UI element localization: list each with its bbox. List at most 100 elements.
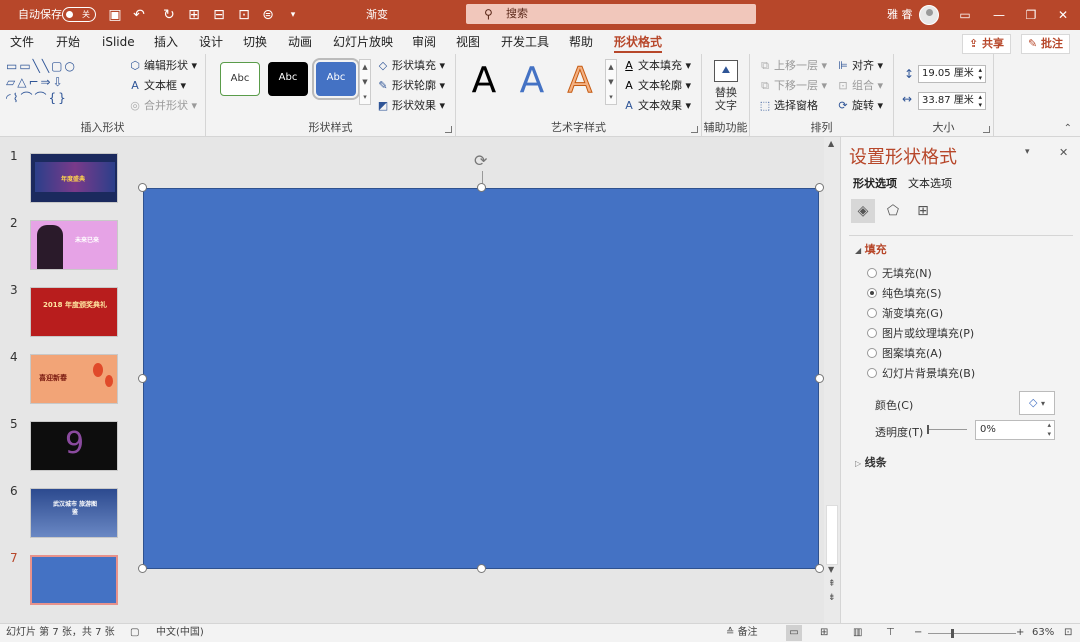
avatar[interactable] bbox=[919, 5, 939, 25]
tab-shape-options[interactable]: 形状选项 bbox=[853, 175, 897, 191]
wordart-preset-blue[interactable]: A bbox=[512, 58, 552, 104]
transparency-slider[interactable] bbox=[927, 425, 967, 434]
pane-close-icon[interactable]: ✕ bbox=[1059, 146, 1068, 159]
customize-qat-icon[interactable]: ▾ bbox=[284, 6, 302, 24]
tab-slideshow[interactable]: 幻灯片放映 bbox=[333, 30, 393, 54]
send-backward-button[interactable]: ⧉ 下移一层 ▾ bbox=[758, 78, 827, 94]
scroll-down-icon[interactable]: ▼ bbox=[828, 565, 834, 574]
text-box-button[interactable]: A 文本框 ▾ bbox=[128, 78, 186, 94]
comment-button[interactable]: ✎ 批注 bbox=[1021, 34, 1071, 54]
tab-insert[interactable]: 插入 bbox=[154, 30, 178, 54]
selection-pane-button[interactable]: ⬚ 选择窗格 bbox=[758, 98, 818, 114]
effects-pentagon-icon[interactable]: ⬠ bbox=[881, 199, 905, 223]
transparency-input[interactable]: 0% ▴ ▾ bbox=[975, 420, 1055, 440]
zoom-slider[interactable] bbox=[928, 629, 1016, 638]
merge-shapes-button[interactable]: ◎ 合并形状 ▾ bbox=[128, 98, 197, 114]
canvas-scrollbar[interactable]: ▲ ▼ ⇞ ⇟ bbox=[824, 137, 840, 623]
text-effect-button[interactable]: A 文本效果 ▾ bbox=[622, 98, 691, 114]
bring-forward-button[interactable]: ⧉ 上移一层 ▾ bbox=[758, 58, 827, 74]
tab-home[interactable]: 开始 bbox=[56, 30, 80, 54]
scrollbar-thumb[interactable] bbox=[826, 505, 838, 565]
previous-slide-icon[interactable]: ⇞ bbox=[828, 579, 836, 589]
style-preset-outline[interactable]: Abc bbox=[220, 62, 260, 96]
scroll-up-icon[interactable]: ▲ bbox=[828, 139, 834, 148]
fill-section-header[interactable]: ◢ 填充 bbox=[855, 241, 887, 257]
save-icon[interactable]: ▣ bbox=[106, 6, 124, 24]
tab-shape-format[interactable]: 形状格式 bbox=[614, 30, 663, 54]
radio-slide-background-fill[interactable]: 幻灯片背景填充(B) bbox=[867, 367, 975, 381]
next-slide-icon[interactable]: ⇟ bbox=[828, 593, 836, 603]
tab-review[interactable]: 审阅 bbox=[412, 30, 436, 54]
slide-thumbnail-7[interactable] bbox=[30, 555, 118, 605]
radio-pattern-fill[interactable]: 图案填充(A) bbox=[867, 347, 942, 361]
pane-options-icon[interactable]: ▾ bbox=[1025, 147, 1030, 157]
slide-thumbnail-5[interactable]: 9 bbox=[30, 421, 118, 471]
rotation-handle-icon[interactable]: ⟳ bbox=[474, 151, 487, 170]
radio-no-fill[interactable]: 无填充(N) bbox=[867, 267, 932, 281]
restore-icon[interactable]: ❐ bbox=[1016, 0, 1046, 30]
alt-text-button[interactable]: 替换 文字 bbox=[702, 86, 750, 112]
text-outline-button[interactable]: A 文本轮廓 ▾ bbox=[622, 78, 691, 94]
wordart-gallery-scroll[interactable]: ▲ ▼ ▾ bbox=[605, 59, 617, 105]
tab-help[interactable]: 帮助 bbox=[569, 30, 593, 54]
fill-color-picker[interactable]: ◇ ▾ bbox=[1019, 391, 1055, 415]
dialog-launcher-icon[interactable] bbox=[691, 126, 698, 133]
resize-handle-s[interactable] bbox=[477, 564, 486, 573]
collapse-ribbon-icon[interactable]: ⌃ bbox=[1064, 123, 1072, 134]
autosave-toggle[interactable]: 关 bbox=[62, 7, 96, 22]
wordart-preset-black[interactable]: A bbox=[464, 58, 504, 104]
fit-to-window-icon[interactable]: ⊡ bbox=[1064, 624, 1072, 642]
zoom-out-icon[interactable]: − bbox=[914, 624, 922, 642]
radio-gradient-fill[interactable]: 渐变填充(G) bbox=[867, 307, 943, 321]
tab-design[interactable]: 设计 bbox=[199, 30, 223, 54]
shape-fill-button[interactable]: ◇ 形状填充 ▾ bbox=[376, 58, 445, 74]
width-spinner-icon[interactable]: ▴ ▾ bbox=[978, 93, 982, 109]
radio-picture-fill[interactable]: 图片或纹理填充(P) bbox=[867, 327, 974, 341]
share-button[interactable]: ⇪ 共享 bbox=[962, 34, 1012, 54]
notes-button[interactable]: ≙ 备注 bbox=[726, 624, 758, 642]
tab-view[interactable]: 视图 bbox=[456, 30, 480, 54]
reading-view-icon[interactable]: ▥ bbox=[853, 624, 862, 642]
language-indicator[interactable]: 中文(中国) bbox=[156, 624, 204, 642]
height-input[interactable]: 19.05 厘米 ▴ ▾ bbox=[918, 65, 986, 83]
normal-view-icon[interactable]: ▭ bbox=[786, 625, 802, 641]
line-section-header[interactable]: ▷ 线条 bbox=[855, 454, 887, 470]
user-name[interactable]: 雅 睿 bbox=[887, 0, 913, 30]
slide-thumbnail-1[interactable]: 年度盛典 bbox=[30, 153, 118, 203]
quick-tool-2-icon[interactable]: ⊟ bbox=[210, 6, 228, 24]
selected-rectangle-shape[interactable] bbox=[143, 188, 819, 569]
style-gallery-scroll[interactable]: ▲ ▼ ▾ bbox=[359, 59, 371, 105]
slide-thumbnail-2[interactable]: 未来已来 bbox=[30, 220, 118, 270]
shape-outline-button[interactable]: ✎ 形状轮廓 ▾ bbox=[376, 78, 445, 94]
quick-tool-1-icon[interactable]: ⊞ bbox=[185, 6, 203, 24]
resize-handle-ne[interactable] bbox=[815, 183, 824, 192]
search-box[interactable]: ⚲ 搜索 bbox=[466, 4, 756, 24]
tab-islide[interactable]: iSlide bbox=[102, 30, 135, 54]
tab-file[interactable]: 文件 bbox=[10, 30, 34, 54]
alt-text-icon[interactable]: ⛰ bbox=[714, 60, 738, 82]
transparency-spinner-icon[interactable]: ▴ ▾ bbox=[1047, 421, 1051, 439]
resize-handle-nw[interactable] bbox=[138, 183, 147, 192]
slide-thumbnail-4[interactable]: 喜迎新春 bbox=[30, 354, 118, 404]
edit-shape-button[interactable]: ⬡ 编辑形状 ▾ bbox=[128, 58, 197, 74]
resize-handle-n[interactable] bbox=[477, 183, 486, 192]
spelling-icon[interactable]: ▢ bbox=[130, 624, 139, 642]
slide-sorter-icon[interactable]: ⊞ bbox=[820, 624, 828, 642]
resize-handle-sw[interactable] bbox=[138, 564, 147, 573]
style-preset-blue[interactable]: Abc bbox=[312, 58, 360, 100]
tab-developer[interactable]: 开发工具 bbox=[501, 30, 549, 54]
text-fill-button[interactable]: A 文本填充 ▾ bbox=[622, 58, 691, 74]
radio-solid-fill[interactable]: 纯色填充(S) bbox=[867, 287, 942, 301]
align-button[interactable]: ⊫ 对齐 ▾ bbox=[836, 58, 883, 74]
size-properties-icon[interactable]: ⊞ bbox=[911, 199, 935, 223]
shape-effect-button[interactable]: ◩ 形状效果 ▾ bbox=[376, 98, 445, 114]
dialog-launcher-icon[interactable] bbox=[445, 126, 452, 133]
shapes-gallery[interactable]: ▭▭╲╲▢○ ▱△⌐⇒⇩ ◜⌇⌒⌒{} bbox=[6, 58, 110, 110]
quick-tool-3-icon[interactable]: ⊡ bbox=[235, 6, 253, 24]
zoom-level[interactable]: 63% bbox=[1032, 624, 1054, 642]
height-spinner-icon[interactable]: ▴ ▾ bbox=[978, 66, 982, 82]
resize-handle-w[interactable] bbox=[138, 374, 147, 383]
fill-line-icon[interactable]: ◈ bbox=[851, 199, 875, 223]
redo-icon[interactable]: ↻ bbox=[160, 6, 178, 24]
dialog-launcher-icon[interactable] bbox=[983, 126, 990, 133]
